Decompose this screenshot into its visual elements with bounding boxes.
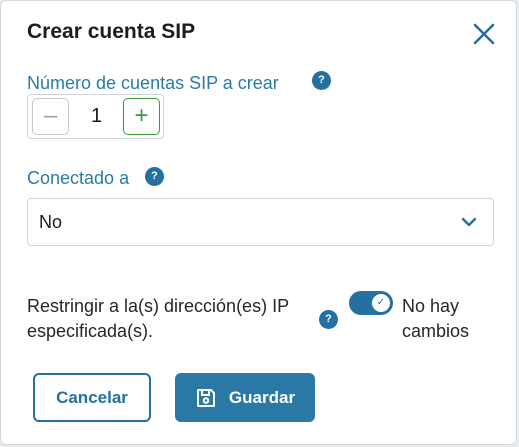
save-button[interactable]: Guardar (175, 373, 315, 422)
connected-to-help-icon[interactable]: ? (145, 167, 164, 186)
sip-count-help-icon[interactable]: ? (312, 71, 331, 90)
sip-count-stepper: – 1 + (27, 94, 164, 139)
save-icon (196, 388, 215, 407)
close-button[interactable] (471, 21, 497, 47)
create-sip-account-dialog: Crear cuenta SIP Número de cuentas SIP a… (0, 0, 517, 445)
save-button-label: Guardar (228, 387, 296, 407)
restrict-ip-label: Restringir a la(s) dirección(es) IP espe… (27, 296, 289, 341)
toggle-check-icon: ✓ (372, 294, 390, 312)
cancel-button-label: Cancelar (56, 387, 128, 407)
connected-to-selected-value: No (39, 212, 63, 232)
restrict-ip-toggle[interactable]: ✓ (349, 291, 393, 315)
decrement-button[interactable]: – (32, 98, 69, 135)
connected-to-select[interactable]: No (27, 198, 494, 246)
restrict-ip-status: No hay cambios (402, 296, 470, 341)
close-icon (473, 23, 495, 45)
increment-button[interactable]: + (123, 98, 160, 135)
chevron-down-icon (461, 217, 477, 227)
dialog-title: Crear cuenta SIP (27, 20, 196, 43)
cancel-button[interactable]: Cancelar (33, 373, 151, 422)
connected-to-label: Conectado a (27, 168, 130, 188)
restrict-ip-help-icon[interactable]: ? (319, 310, 338, 329)
sip-count-value[interactable]: 1 (70, 105, 123, 128)
sip-count-label: Número de cuentas SIP a crear (27, 73, 279, 93)
